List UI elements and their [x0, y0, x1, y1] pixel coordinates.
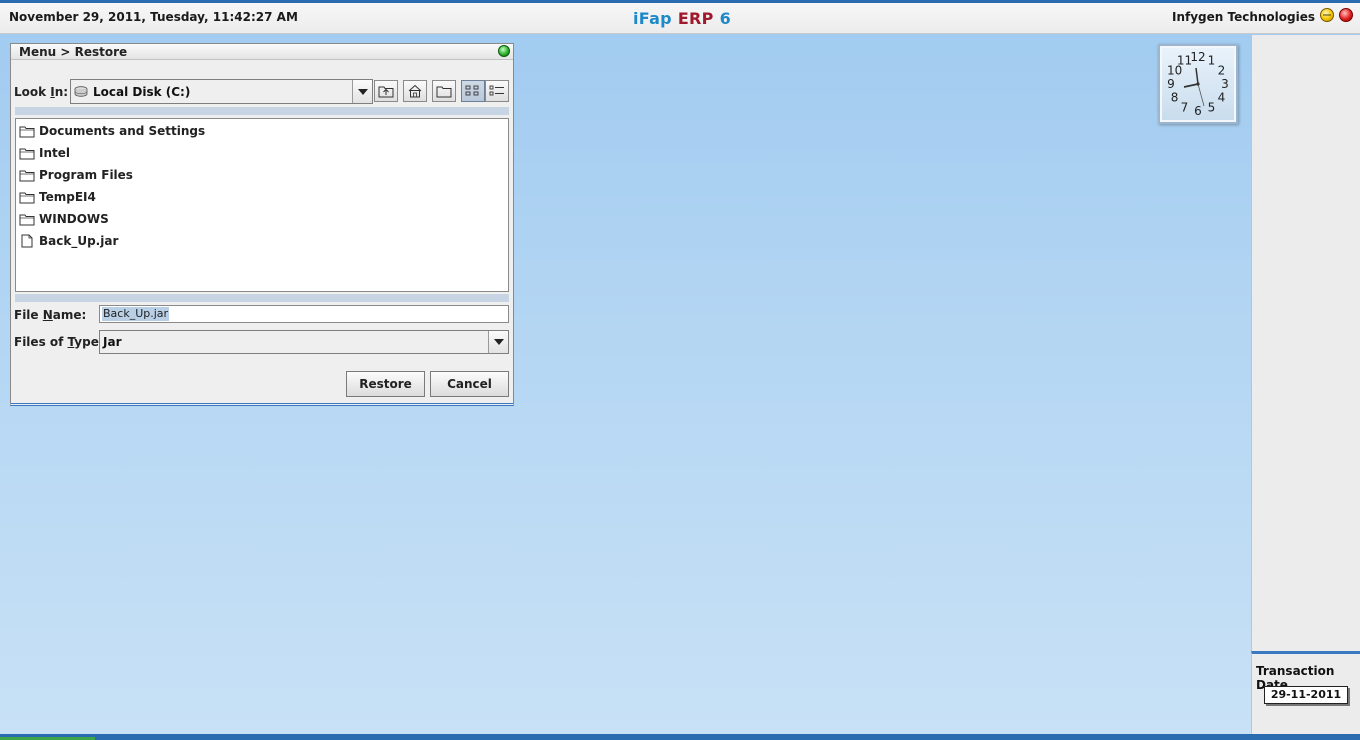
list-view-button[interactable] — [461, 80, 485, 102]
clock-numeral: 7 — [1181, 100, 1189, 114]
file-list[interactable]: Documents and Settings Intel Program Fil… — [15, 118, 509, 292]
clock-numeral: 6 — [1194, 104, 1202, 118]
company-name: Infygen Technologies — [1171, 10, 1315, 24]
disk-drive-icon — [74, 86, 88, 97]
list-item[interactable]: Intel — [19, 144, 70, 162]
dialog-status-icon[interactable] — [498, 45, 510, 57]
details-view-button[interactable] — [485, 80, 509, 102]
app-title-erp: ERP — [677, 9, 714, 28]
files-of-type-dropdown-arrow-icon[interactable] — [488, 331, 508, 353]
app-title-version: 6 — [719, 9, 732, 28]
list-item[interactable]: Documents and Settings — [19, 122, 205, 140]
clock-numeral: 3 — [1221, 77, 1229, 91]
clock-numeral: 2 — [1218, 64, 1226, 78]
look-in-dropdown-arrow-icon[interactable] — [352, 80, 372, 103]
minimize-icon[interactable] — [1320, 8, 1334, 22]
clock-second-hand — [1197, 83, 1205, 107]
folder-icon — [19, 192, 35, 203]
file-icon — [21, 234, 33, 248]
file-name-value: Back_Up.jar — [102, 307, 170, 321]
files-of-type-label: Files of Type: — [14, 335, 104, 349]
folder-icon — [19, 148, 35, 159]
clock-numeral: 12 — [1190, 50, 1205, 64]
clock-numeral: 8 — [1171, 91, 1179, 105]
look-in-label: Look In: — [14, 85, 69, 99]
list-footer-strip — [15, 294, 509, 302]
list-item[interactable]: Program Files — [19, 166, 133, 184]
restore-dialog: Menu > Restore Look In: Local Disk (C:) — [10, 43, 514, 406]
folder-icon — [19, 170, 35, 181]
app-title-ifap: iFap — [633, 9, 672, 28]
file-name-input[interactable]: Back_Up.jar — [99, 305, 509, 323]
up-one-level-button[interactable] — [374, 80, 398, 102]
clock-hour-hand — [1183, 83, 1199, 88]
new-folder-button[interactable] — [432, 80, 456, 102]
clock-numeral: 5 — [1208, 100, 1216, 114]
restore-button[interactable]: Restore — [346, 371, 425, 397]
dialog-breadcrumb: Menu > Restore — [19, 45, 128, 59]
file-name-label: File Name: — [14, 308, 87, 322]
dialog-titlebar[interactable]: Menu > Restore — [11, 44, 513, 60]
clock-numeral: 9 — [1167, 77, 1175, 91]
cancel-button[interactable]: Cancel — [430, 371, 509, 397]
close-icon[interactable] — [1339, 8, 1353, 22]
list-item[interactable]: TempEI4 — [19, 188, 96, 206]
list-view-icon — [465, 85, 479, 96]
bottom-status-bar — [0, 734, 1360, 740]
transaction-date-panel: Transaction Date 29-11-2011 — [1251, 651, 1360, 734]
new-folder-icon — [436, 86, 452, 98]
files-of-type-value: Jar — [103, 335, 122, 349]
list-item[interactable]: WINDOWS — [19, 210, 109, 228]
list-item[interactable]: Back_Up.jar — [19, 232, 118, 250]
details-view-icon — [489, 85, 504, 96]
clock-minute-hand — [1195, 67, 1199, 85]
clock-numeral: 4 — [1218, 91, 1226, 105]
app-title: iFap ERP 6 — [633, 9, 731, 28]
clock-numeral: 11 — [1177, 54, 1192, 68]
right-side-panel — [1251, 35, 1360, 651]
list-header-strip — [15, 107, 509, 115]
home-icon — [408, 84, 422, 98]
home-button[interactable] — [403, 80, 427, 102]
top-bar: November 29, 2011, Tuesday, 11:42:27 AM … — [0, 0, 1360, 34]
folder-icon — [19, 126, 35, 137]
analog-clock: 12 1 2 3 4 5 6 7 8 9 10 11 — [1158, 44, 1238, 124]
current-datetime: November 29, 2011, Tuesday, 11:42:27 AM — [9, 10, 298, 24]
clock-face-icon: 12 1234567891011 — [1167, 50, 1229, 118]
folder-icon — [19, 214, 35, 225]
files-of-type-combobox[interactable]: Jar — [99, 330, 509, 354]
transaction-date-value[interactable]: 29-11-2011 — [1264, 686, 1348, 704]
look-in-value: Local Disk (C:) — [93, 85, 191, 99]
up-folder-icon — [378, 86, 394, 98]
look-in-combobox[interactable]: Local Disk (C:) — [70, 79, 373, 104]
clock-numeral: 1 — [1208, 54, 1216, 68]
